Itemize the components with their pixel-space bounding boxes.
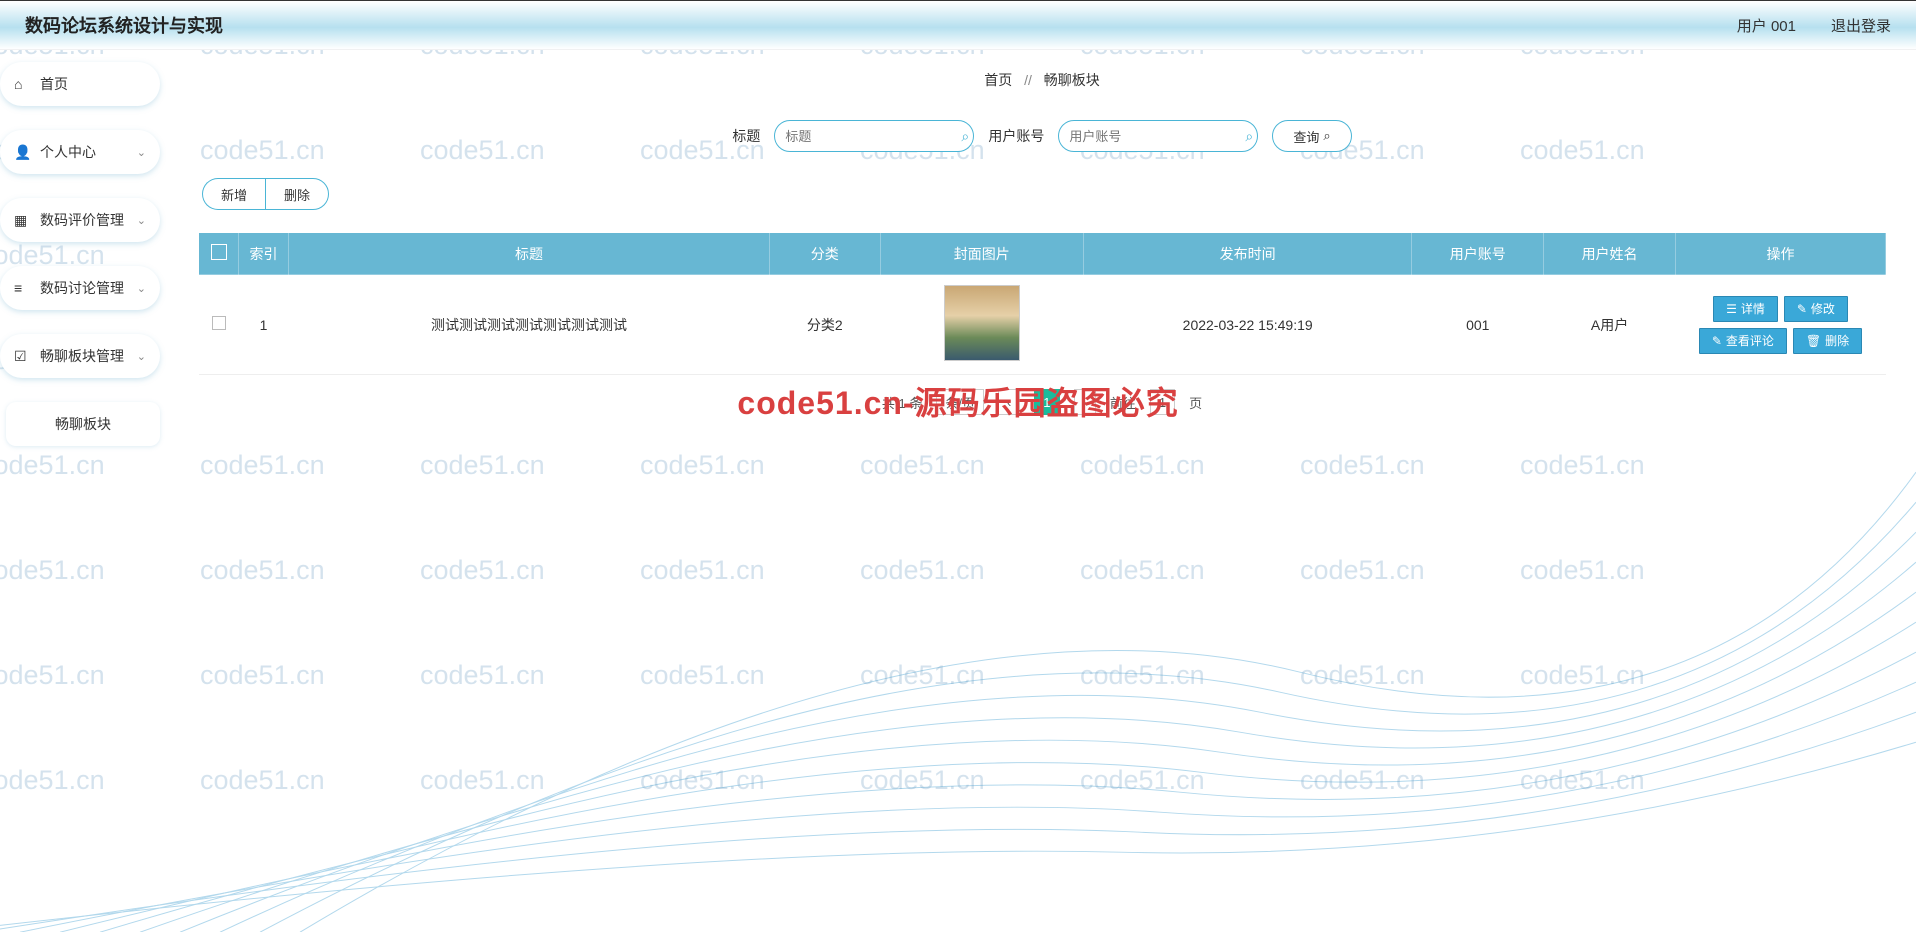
pager-perpage[interactable]: 条/页 [936,389,984,415]
add-button[interactable]: 新增 [202,178,265,210]
pager-jump-input[interactable]: 1 [1150,389,1175,415]
row-checkbox[interactable] [212,316,226,330]
comment-icon: ✎ [1712,334,1722,348]
grid-icon: ▦ [14,212,30,229]
table-row: 1 测试测试测试测试测试测试测试 分类2 2022-03-22 15:49:19… [199,275,1886,375]
chevron-down-icon: ⌄ [137,350,146,363]
breadcrumb-current: 畅聊板块 [1044,72,1100,88]
sidebar-item-label: 个人中心 [40,142,96,162]
cell-time: 2022-03-22 15:49:19 [1083,275,1411,375]
sidebar-item-label: 数码讨论管理 [40,278,124,298]
cell-title: 测试测试测试测试测试测试测试 [289,275,770,375]
pager-jump-suffix: 页 [1189,393,1202,412]
col-account: 用户账号 [1412,233,1544,275]
search-icon: ⌕ [961,128,969,145]
cell-account: 001 [1412,275,1544,375]
sidebar-sub-label: 畅聊板块 [55,414,111,434]
list-icon: ≡ [14,280,30,296]
checkbox-all[interactable] [211,244,227,260]
search-label-title: 标题 [732,126,760,146]
pagination: 共 1 条 条/页 ‹ 1 › 前往 1 页 [198,389,1886,415]
col-username: 用户姓名 [1544,233,1676,275]
trash-icon: 🗑 [1806,334,1821,348]
data-table: 索引 标题 分类 封面图片 发布时间 用户账号 用户姓名 操作 1 测试测试测试… [198,232,1886,375]
app-title: 数码论坛系统设计与实现 [25,12,223,38]
col-ops: 操作 [1676,233,1886,275]
search-label-account: 用户账号 [988,126,1044,146]
comments-button[interactable]: ✎查看评论 [1699,328,1787,354]
col-index: 索引 [239,233,289,275]
cover-image [944,285,1020,361]
account-input[interactable] [1069,129,1245,144]
breadcrumb-home[interactable]: 首页 [984,72,1012,88]
action-row: 新增 删除 [198,178,1886,210]
user-icon: 👤 [14,144,30,161]
account-field[interactable]: ⌕ [1058,120,1258,152]
col-category: 分类 [769,233,880,275]
pager-total: 共 1 条 [882,393,922,412]
pager-page-1[interactable]: 1 [1034,389,1059,415]
cell-username: A用户 [1544,275,1676,375]
sidebar-item-chat-manage[interactable]: ☑ 畅聊板块管理 ⌄ [0,334,160,378]
cell-index: 1 [239,275,289,375]
sidebar-item-review[interactable]: ▦ 数码评价管理 ⌄ [0,198,160,242]
sidebar-item-profile[interactable]: 👤 个人中心 ⌄ [0,130,160,174]
col-title: 标题 [289,233,770,275]
sidebar-item-label: 首页 [40,74,68,94]
header: 数码论坛系统设计与实现 用户 001 退出登录 [0,0,1916,50]
pager-next[interactable]: › [1074,389,1096,415]
home-icon: ⌂ [14,76,30,92]
sidebar-item-home[interactable]: ⌂ 首页 [0,62,160,106]
detail-icon: ☰ [1726,302,1737,316]
search-icon: ⌕ [1245,128,1253,145]
detail-button[interactable]: ☰详情 [1713,296,1778,322]
search-icon: ⌕ [1323,128,1330,144]
breadcrumb-sep: // [1024,72,1032,88]
chevron-down-icon: ⌄ [137,282,146,295]
pager-prev[interactable]: ‹ [998,389,1020,415]
cell-category: 分类2 [769,275,880,375]
main-content: 首页 // 畅聊板块 标题 ⌕ 用户账号 ⌕ 查询 ⌕ 新增 删除 [168,50,1916,466]
breadcrumb: 首页 // 畅聊板块 [198,70,1886,90]
delete-button[interactable]: 删除 [265,178,329,210]
user-label[interactable]: 用户 001 [1737,15,1796,36]
check-icon: ☑ [14,348,30,365]
query-button[interactable]: 查询 ⌕ [1272,120,1351,152]
chevron-down-icon: ⌄ [137,214,146,227]
sidebar: ⌂ 首页 👤 个人中心 ⌄ ▦ 数码评价管理 ⌄ ≡ 数码讨论管理 ⌄ ☑ 畅聊… [0,50,168,466]
sidebar-item-label: 畅聊板块管理 [40,346,124,366]
title-field[interactable]: ⌕ [774,120,974,152]
row-delete-button[interactable]: 🗑删除 [1793,328,1862,354]
search-row: 标题 ⌕ 用户账号 ⌕ 查询 ⌕ [198,120,1886,152]
logout-link[interactable]: 退出登录 [1831,15,1891,36]
chevron-down-icon: ⌄ [137,146,146,159]
sidebar-item-discuss[interactable]: ≡ 数码讨论管理 ⌄ [0,266,160,310]
pager-jump-prefix: 前往 [1110,393,1136,412]
sidebar-subitem-chat[interactable]: 畅聊板块 [6,402,160,446]
col-cover: 封面图片 [880,233,1083,275]
sidebar-item-label: 数码评价管理 [40,210,124,230]
title-input[interactable] [785,129,961,144]
col-time: 发布时间 [1083,233,1411,275]
edit-button[interactable]: ✎修改 [1784,296,1848,322]
edit-icon: ✎ [1797,302,1807,316]
